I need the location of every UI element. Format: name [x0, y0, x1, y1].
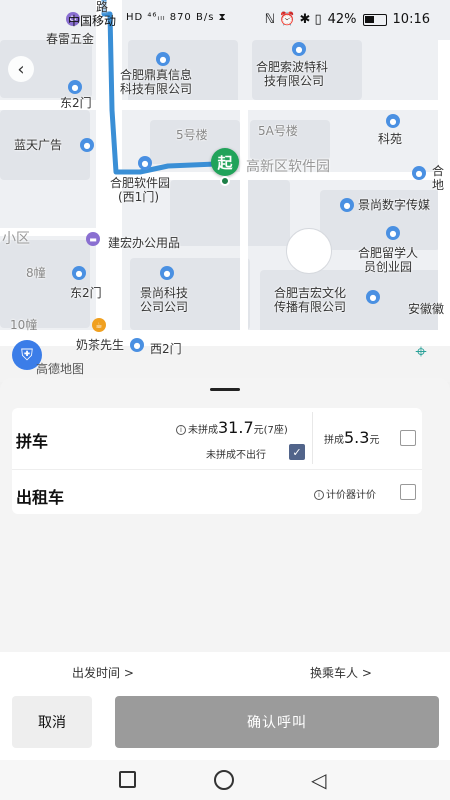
start-marker-base	[220, 176, 230, 186]
map-poi-label: 员创业园	[364, 260, 413, 274]
locate-me-button[interactable]: ⌖	[408, 338, 434, 364]
back-button[interactable]: ‹	[8, 56, 34, 82]
map-poi-label: 合肥吉宏文化	[274, 286, 347, 300]
taxi-checkbox[interactable]	[400, 484, 416, 500]
map-poi-label: 科苑	[378, 132, 403, 146]
map-poi-label: 技有限公司	[264, 74, 325, 88]
map-poi-label: 西2门	[150, 342, 182, 356]
taxi-title[interactable]: 出租车	[16, 484, 64, 508]
info-icon[interactable]: i	[176, 425, 186, 435]
nopool-unit: 元(7座)	[253, 425, 288, 436]
divider	[12, 469, 422, 470]
nopool-price-value: 31.7	[218, 418, 254, 437]
map-poi-label: 公司公司	[140, 300, 189, 314]
map-provider-logo: 高德地图	[36, 362, 85, 376]
map-poi-label: 合肥软件园	[110, 176, 171, 190]
system-nav-bar: ◁	[0, 760, 450, 800]
pool-price-value: 5.3	[344, 428, 370, 447]
poi-pin-icon: ●	[292, 42, 306, 56]
battery-percent: 42%	[327, 12, 357, 27]
map-poi-label: 5号楼	[176, 128, 208, 142]
map-poi-label: 8幢	[26, 266, 46, 280]
poi-pin-icon: ●	[366, 290, 380, 304]
battery-icon	[362, 13, 387, 26]
map-poi-label: 合肥鼎真信息	[120, 68, 193, 82]
location-pin-icon: ⌖	[415, 339, 427, 363]
map-poi-label: 奶茶先生	[76, 338, 125, 352]
map-poi-label: 东2门	[60, 96, 92, 110]
meter-label: 计价器计价	[326, 490, 376, 501]
poi-pin-icon: ●	[130, 338, 144, 352]
network-status-icons: HD ⁴⁶ᵢₗₗ 870 B/s ⧗	[126, 12, 227, 23]
poi-pin-icon: ●	[386, 226, 400, 240]
poi-pin-icon: ●	[138, 156, 152, 170]
carrier-name: 中国移动	[68, 14, 117, 28]
info-icon[interactable]: i	[314, 490, 324, 500]
map-poi-label: 高新区软件园	[246, 159, 330, 175]
map-poi-label: 科技有限公司	[120, 82, 193, 96]
map-poi-label: 景尚数字传媒	[358, 198, 431, 212]
map-poi-label: 合肥索波特科	[256, 60, 329, 74]
nopool-nogo-label: 未拼成不出行	[206, 450, 266, 461]
pool-label: 拼成	[324, 435, 344, 446]
nopool-label: 未拼成	[188, 425, 218, 436]
chevron-left-icon: ‹	[17, 58, 25, 80]
ride-options-sheet: 拼车 i 未拼成31.7元(7座) 未拼成不出行 ✓ 拼成5.3元 出租车 i 计价…	[0, 378, 450, 652]
map-poi-label: 合	[432, 164, 445, 178]
status-right: ℕ ⏰ ✱ ▯ 42% 10:16	[265, 12, 430, 27]
map-poi-label: 建宏办公用品	[108, 236, 181, 250]
sheet-drag-handle[interactable]	[210, 388, 240, 391]
check-icon: ✓	[292, 445, 302, 459]
map-view[interactable]: ⛭ ● ● ● ● ● ● ● ● ▬ ● ● ● ● ☕ ● 路 春雷五金 合…	[0, 0, 450, 382]
change-rider-link[interactable]: 换乘车人 >	[310, 664, 372, 681]
carpool-checkbox[interactable]	[400, 430, 416, 446]
map-poi-label: 景尚科技	[140, 286, 189, 300]
pool-price: 拼成5.3元	[324, 428, 379, 447]
map-poi-label: (西1门)	[118, 190, 159, 204]
cancel-button[interactable]: 取消	[12, 696, 92, 748]
poi-pin-icon: ●	[160, 266, 174, 280]
map-poi-label: 5A号楼	[258, 124, 298, 138]
divider	[312, 412, 313, 464]
map-poi-label: 蓝天广告	[14, 138, 63, 152]
poi-pin-icon: ●	[68, 80, 82, 94]
poi-pin-icon: ●	[156, 52, 170, 66]
map-poi-label: 10幢	[10, 318, 38, 332]
confirm-call-button[interactable]: 确认呼叫	[115, 696, 439, 748]
poi-pin-icon: ●	[340, 198, 354, 212]
nfc-icon: ℕ ⏰ ✱ ▯	[264, 12, 322, 27]
map-poi-label: 合肥留学人	[358, 246, 419, 260]
home-icon[interactable]	[214, 770, 234, 790]
bottom-action-bar: 出发时间 > 换乘车人 > 取消 确认呼叫	[0, 652, 450, 760]
status-bar: 中国移动 HD ⁴⁶ᵢₗₗ 870 B/s ⧗ ℕ ⏰ ✱ ▯ 42% 10:1…	[0, 0, 450, 40]
start-marker-icon[interactable]: 起	[211, 148, 239, 176]
depart-time-link[interactable]: 出发时间 >	[72, 664, 134, 681]
pool-unit: 元	[369, 435, 380, 446]
poi-pin-icon: ●	[80, 138, 94, 152]
clock: 10:16	[392, 12, 430, 27]
map-poi-label: 小区	[2, 231, 30, 247]
poi-pin-icon: ●	[412, 166, 426, 180]
back-triangle-icon[interactable]: ◁	[311, 768, 326, 792]
poi-pin-icon: ☕	[92, 318, 106, 332]
poi-pin-icon: ●	[386, 114, 400, 128]
poi-pin-icon: ▬	[86, 232, 100, 246]
map-poi-label: 安徽徽	[408, 302, 445, 316]
carpool-title[interactable]: 拼车	[16, 428, 48, 452]
route-line	[101, 0, 227, 175]
ride-options-card: 拼车 i 未拼成31.7元(7座) 未拼成不出行 ✓ 拼成5.3元 出租车 i 计价…	[12, 408, 422, 514]
nopool-price: i 未拼成31.7元(7座)	[176, 418, 288, 437]
map-poi-label: 地	[432, 178, 445, 192]
poi-pin-icon: ●	[72, 266, 86, 280]
map-poi-label: 传播有限公司	[274, 300, 347, 314]
meter-label-wrap: i 计价器计价	[314, 486, 376, 501]
nogo-checkbox[interactable]: ✓	[289, 444, 305, 460]
map-poi-label: 东2门	[70, 286, 102, 300]
recents-icon[interactable]	[119, 771, 136, 788]
